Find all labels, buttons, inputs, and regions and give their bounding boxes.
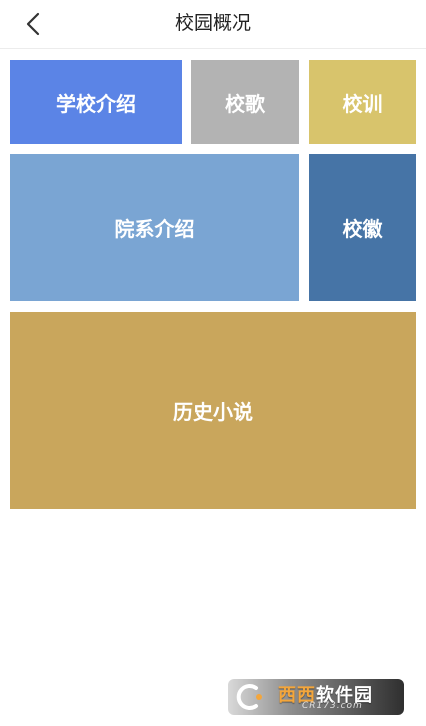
tile-label: 学校介绍 xyxy=(56,91,136,116)
tile-label: 院系介绍 xyxy=(114,217,195,241)
watermark-domain: CR173.com xyxy=(302,701,363,711)
tile-label: 校徽 xyxy=(342,217,383,241)
tile-label: 校训 xyxy=(342,91,383,116)
tile-school-song[interactable]: 校歌 xyxy=(191,60,299,144)
page-title: 校园概况 xyxy=(174,12,251,34)
campus-overview-screen: 校园概况 学校介绍 校歌 校训 院系介绍 校徽 历史小说 西西软件园 CR173… xyxy=(0,0,426,726)
tile-label: 历史小说 xyxy=(173,400,253,424)
watermark-logo: 西西软件园 CR173.com xyxy=(228,679,404,715)
tile-school-badge[interactable]: 校徽 xyxy=(309,154,416,301)
top-nav-bar: 校园概况 xyxy=(0,0,426,49)
tile-label: 校歌 xyxy=(225,91,265,116)
tile-school-motto[interactable]: 校训 xyxy=(309,60,416,144)
tile-history-novel[interactable]: 历史小说 xyxy=(10,312,416,509)
tile-departments[interactable]: 院系介绍 xyxy=(10,154,299,301)
tile-school-intro[interactable]: 学校介绍 xyxy=(10,60,182,144)
site-logo-icon xyxy=(236,684,262,710)
